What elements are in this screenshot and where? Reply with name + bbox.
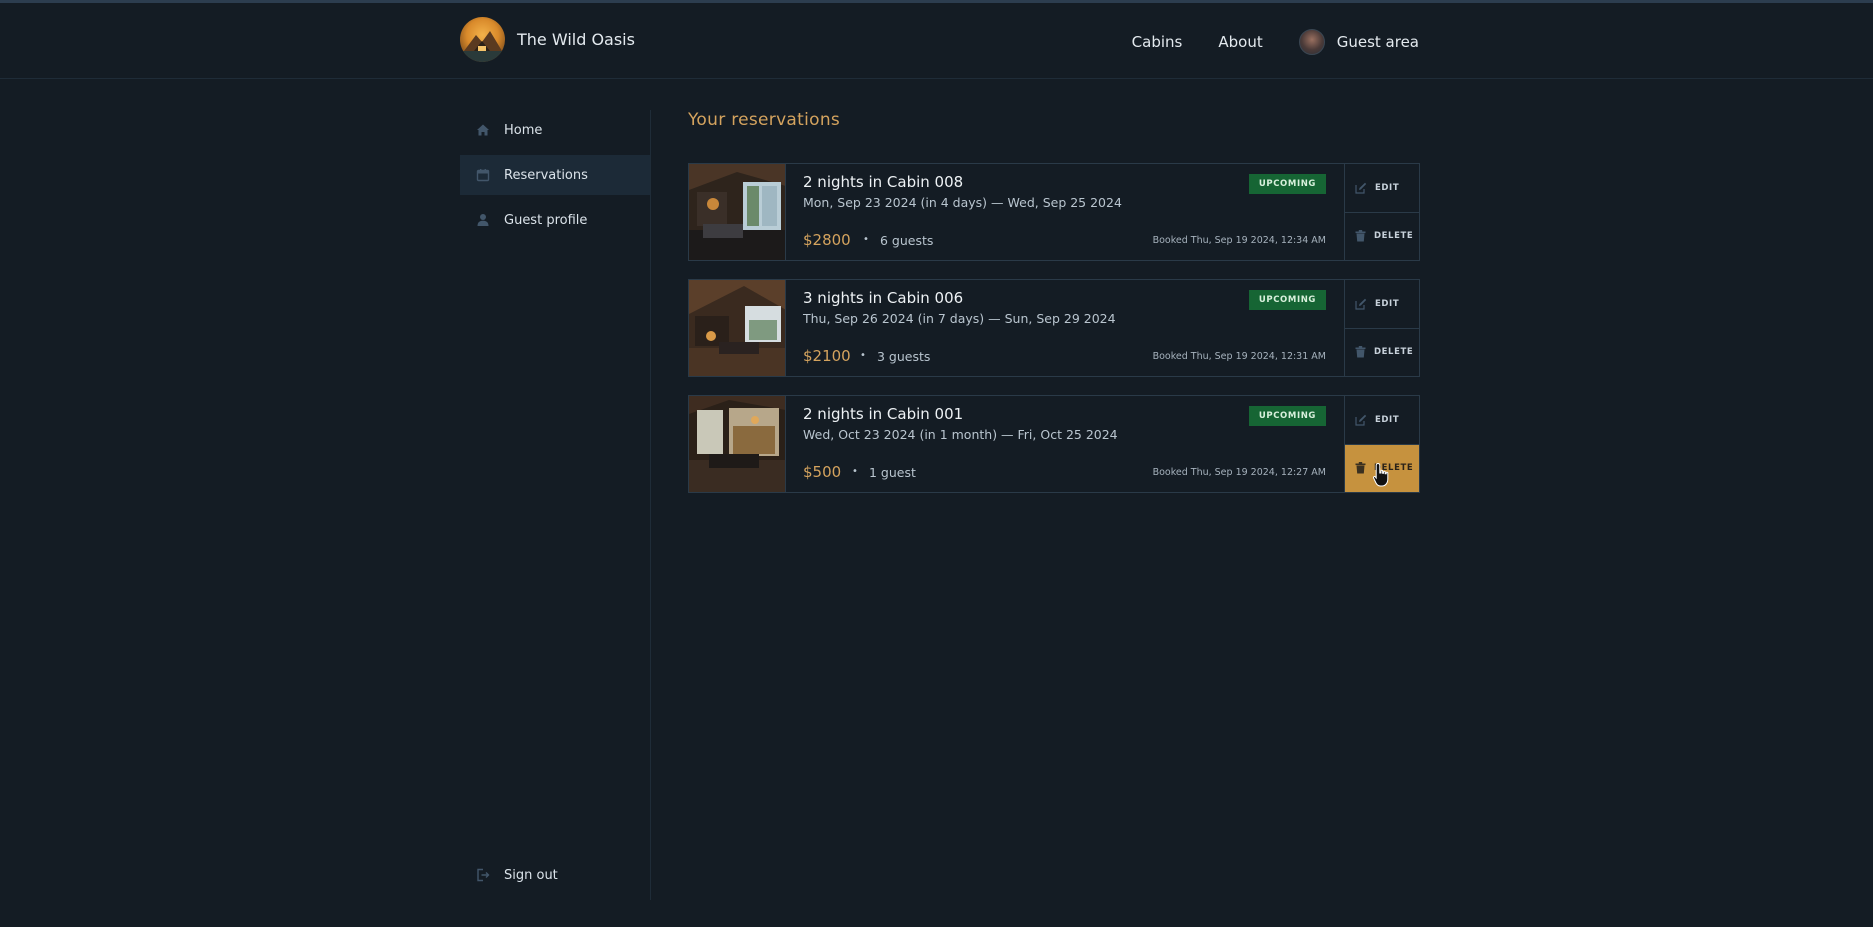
- reservation-title: 3 nights in Cabin 006: [803, 289, 964, 307]
- status-badge: UPCOMING: [1248, 406, 1326, 426]
- reservation-dates: Wed, Oct 23 2024 (in 1 month) — Fri, Oct…: [803, 427, 1118, 442]
- status-badge: UPCOMING: [1248, 290, 1326, 310]
- edit-label: EDIT: [1375, 414, 1400, 425]
- sidebar-item-label: Home: [504, 122, 543, 138]
- booked-date: Booked Thu, Sep 19 2024, 12:34 AM: [1152, 235, 1326, 246]
- avatar: [1298, 29, 1325, 55]
- reservation-price: $500: [803, 463, 842, 481]
- sidebar-item-label: Reservations: [504, 167, 588, 183]
- reservation-dates: Mon, Sep 23 2024 (in 4 days) — Wed, Sep …: [803, 195, 1122, 210]
- cabin-image: [689, 280, 786, 376]
- nav-about[interactable]: About: [1218, 33, 1262, 51]
- booked-date: Booked Thu, Sep 19 2024, 12:31 AM: [1152, 351, 1326, 362]
- cabin-image: [689, 164, 786, 260]
- sidebar-item-home[interactable]: Home: [460, 110, 650, 150]
- site-header: The Wild Oasis Cabins About Guest area: [0, 3, 1873, 79]
- app-name: The Wild Oasis: [517, 30, 635, 49]
- nav-cabins[interactable]: Cabins: [1132, 33, 1183, 51]
- delete-label: DELETE: [1374, 231, 1414, 242]
- booked-date: Booked Thu, Sep 19 2024, 12:27 AM: [1152, 467, 1326, 478]
- sign-out-icon: [476, 868, 490, 882]
- nav-guest-area-label: Guest area: [1336, 33, 1419, 51]
- cabin-image: [689, 396, 786, 492]
- reservation-price: $2100: [803, 347, 851, 365]
- sidebar-item-guest-profile[interactable]: Guest profile: [460, 200, 650, 240]
- reservation-guests: 6 guests: [880, 233, 934, 248]
- home-icon: [476, 123, 490, 137]
- trash-icon: [1355, 230, 1366, 242]
- reservation-card: 2 nights in Cabin 008 Mon, Sep 23 2024 (…: [688, 163, 1420, 261]
- page-title: Your reservations: [688, 110, 841, 130]
- reservation-title: 2 nights in Cabin 008: [803, 173, 964, 191]
- calendar-icon: [476, 168, 490, 182]
- reservation-title: 2 nights in Cabin 001: [803, 405, 964, 423]
- edit-icon: [1355, 182, 1367, 194]
- edit-button[interactable]: EDIT: [1345, 164, 1419, 212]
- reservation-guests: 3 guests: [877, 349, 931, 364]
- edit-button[interactable]: EDIT: [1345, 396, 1419, 444]
- delete-button[interactable]: DELETE: [1345, 327, 1419, 377]
- delete-label: DELETE: [1374, 347, 1414, 358]
- sidebar-item-reservations[interactable]: Reservations: [460, 155, 650, 195]
- separator-dot: •: [863, 234, 869, 245]
- trash-icon: [1355, 462, 1366, 474]
- edit-label: EDIT: [1375, 298, 1400, 309]
- nav-guest-area[interactable]: Guest area: [1298, 29, 1419, 55]
- hand-cursor-icon: [1372, 462, 1389, 487]
- reservation-card: 3 nights in Cabin 006 Thu, Sep 26 2024 (…: [688, 279, 1420, 377]
- sign-out-label: Sign out: [504, 867, 558, 883]
- user-icon: [476, 213, 490, 227]
- edit-button[interactable]: EDIT: [1345, 280, 1419, 328]
- reservation-card: 2 nights in Cabin 001 Wed, Oct 23 2024 (…: [688, 395, 1420, 493]
- edit-label: EDIT: [1375, 182, 1400, 193]
- main-nav: Cabins About Guest area: [1132, 29, 1419, 55]
- edit-icon: [1355, 414, 1367, 426]
- separator-dot: •: [860, 350, 866, 361]
- trash-icon: [1355, 346, 1366, 358]
- edit-icon: [1355, 298, 1367, 310]
- delete-button[interactable]: DELETE: [1345, 211, 1419, 261]
- reservation-guests: 1 guest: [869, 465, 916, 480]
- status-badge: UPCOMING: [1248, 174, 1326, 194]
- reservation-price: $2800: [803, 231, 851, 249]
- sign-out-button[interactable]: Sign out: [460, 855, 558, 895]
- separator-dot: •: [852, 466, 858, 477]
- sidebar-item-label: Guest profile: [504, 212, 588, 228]
- main-content: Your reservations 2 nights in Cabin 008 …: [688, 110, 1420, 493]
- logo-icon: [460, 17, 505, 62]
- reservation-dates: Thu, Sep 26 2024 (in 7 days) — Sun, Sep …: [803, 311, 1116, 326]
- logo-link[interactable]: The Wild Oasis: [460, 17, 635, 62]
- sidebar: Home Reservations Guest profile Sign out: [460, 110, 651, 900]
